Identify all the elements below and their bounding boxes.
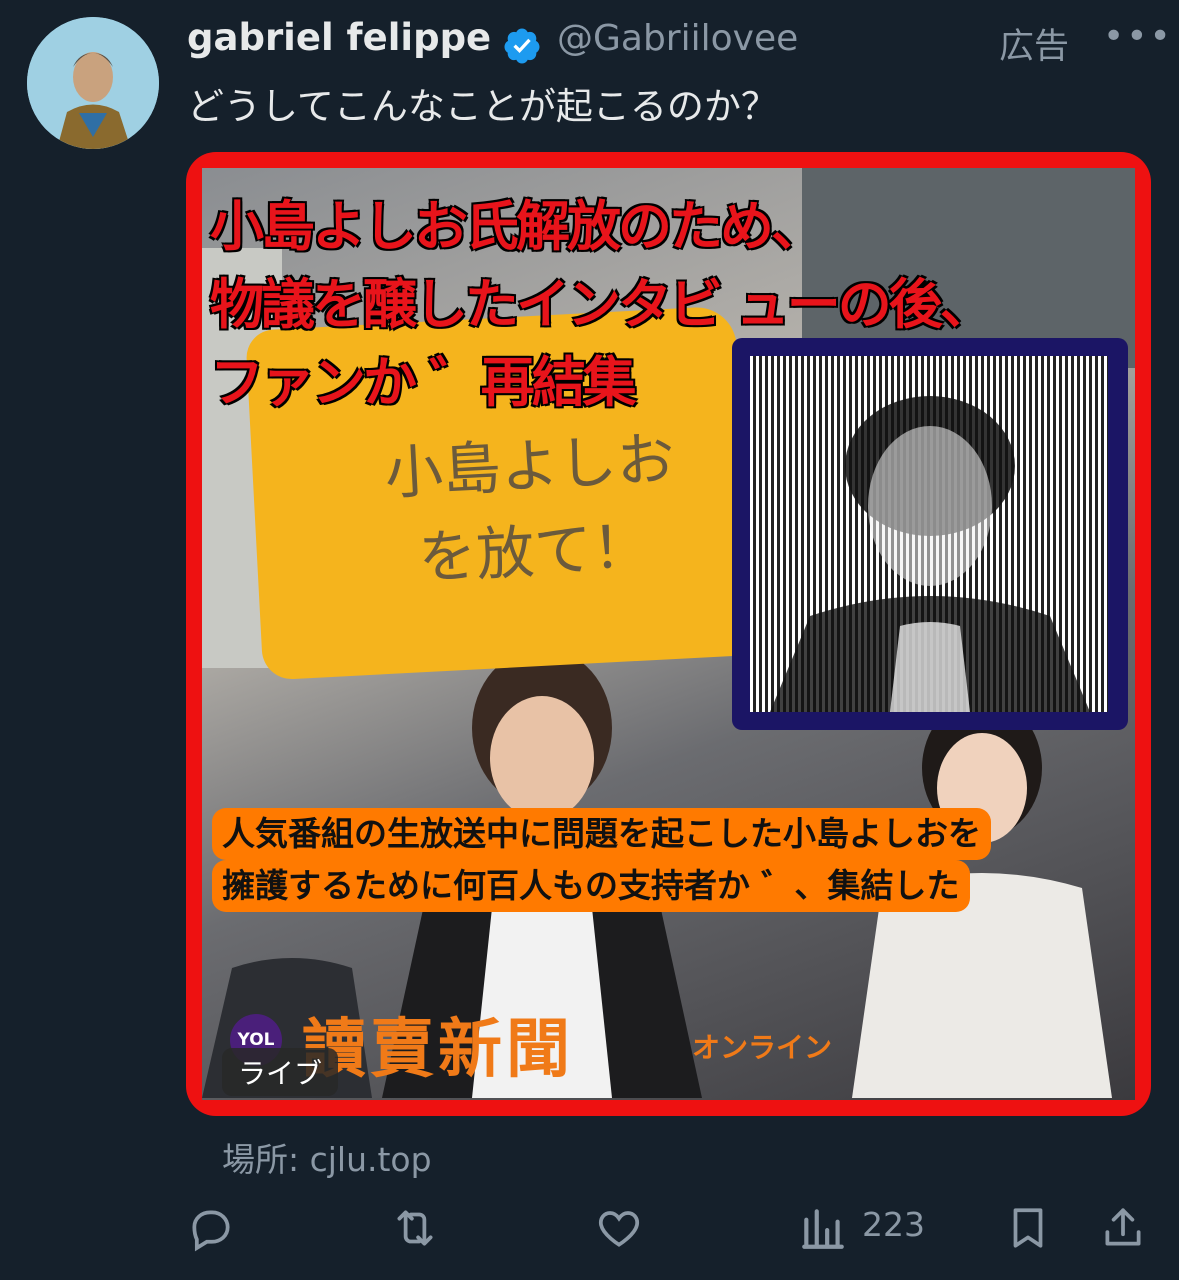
newspaper-logo: YOL 讀賣新聞 オンライン ライブ [222, 998, 950, 1096]
location-link[interactable]: 場所: cjlu.top [222, 1133, 432, 1181]
verified-badge-icon [504, 28, 540, 64]
repost-icon[interactable] [390, 1203, 440, 1253]
live-badge: ライブ [222, 1048, 339, 1096]
newspaper-subtitle: オンライン [692, 1031, 833, 1064]
author-name[interactable]: gabriel felippe [187, 16, 491, 59]
caption-line: 擁護するために何百人もの支持者か ゛、集結した [212, 860, 970, 912]
post-media[interactable]: 小島よしお を放て！ 小島よしお氏解放のため、 物議を醸したインタビ ューの後、… [186, 152, 1151, 1116]
protest-sign-text: 小島よしお を放て！ [348, 414, 717, 605]
headline-line: 小島よしお氏解放のため、 [210, 195, 825, 258]
views-count[interactable]: 223 [862, 1205, 925, 1244]
headline-line: ファンか ゛再結集 [210, 351, 637, 414]
avatar[interactable] [27, 17, 159, 149]
caption-line: 人気番組の生放送中に問題を起こした小島よしおを [212, 808, 991, 860]
share-icon[interactable] [1098, 1203, 1148, 1253]
post-header: gabriel felippe @Gabriilovee 広告 ••• [187, 10, 1179, 67]
ad-label: 広告 [999, 27, 1070, 67]
avatar-illustration [27, 17, 159, 149]
more-options-button[interactable]: ••• [1103, 16, 1173, 57]
headline: 小島よしお氏解放のため、 物議を醸したインタビ ューの後、 ファンか ゛再結集 [210, 188, 1130, 422]
author-handle[interactable]: @Gabriilovee [557, 18, 798, 59]
views-icon[interactable] [798, 1203, 848, 1253]
like-icon[interactable] [594, 1203, 644, 1253]
bookmark-icon[interactable] [1003, 1203, 1053, 1253]
reply-icon[interactable] [186, 1203, 236, 1253]
caption: 人気番組の生放送中に問題を起こした小島よしおを 擁護するために何百人もの支持者か… [212, 808, 1092, 912]
headline-line: 物議を醸したインタビ ューの後、 [210, 273, 994, 336]
newspaper-name: 讀賣新聞 [302, 1012, 574, 1087]
post-text: どうしてこんなことが起こるのか？ [187, 85, 778, 128]
post-actions: 223 [0, 1195, 1179, 1259]
media-photo: 小島よしお を放て！ 小島よしお氏解放のため、 物議を醸したインタビ ューの後、… [202, 168, 1135, 1100]
